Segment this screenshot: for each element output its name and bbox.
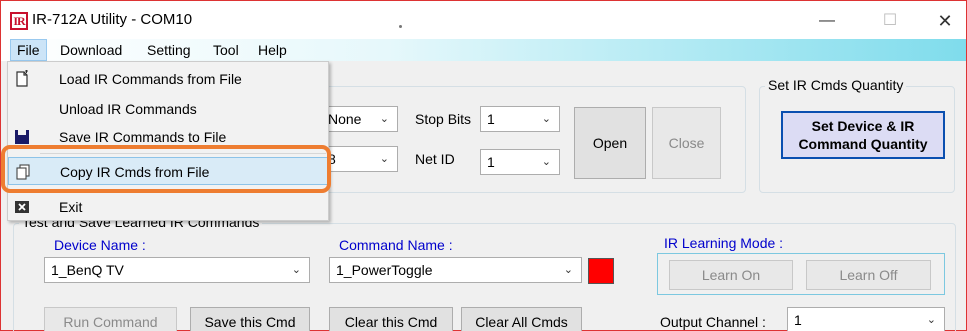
menu-bar: File Download Setting Tool Help (1, 39, 966, 61)
menu-file[interactable]: File (10, 39, 47, 61)
chevron-down-icon: ⌄ (379, 113, 389, 125)
menu-item-label: Save IR Commands to File (59, 129, 227, 145)
close-port-button[interactable]: Close (652, 107, 721, 179)
menu-unload-ir-commands[interactable]: Unload IR Commands (8, 95, 328, 123)
learn-on-button[interactable]: Learn On (669, 260, 793, 290)
chevron-down-icon: ⌄ (563, 264, 573, 276)
maximize-button[interactable]: ☐ (867, 7, 913, 35)
save-cmd-button[interactable]: Save this Cmd (190, 307, 310, 331)
stop-bits-select[interactable]: 1 ⌄ (480, 106, 560, 132)
device-name-value: 1_BenQ TV (51, 262, 124, 278)
menu-item-label: Exit (59, 199, 83, 215)
title-bar[interactable]: IR IR-712A Utility - COM10 — ☐ ✕ (1, 1, 966, 39)
data-bits-select[interactable]: 8 ⌄ (321, 146, 398, 172)
menu-load-ir-commands[interactable]: Load IR Commands from File (8, 65, 328, 93)
stop-bits-label: Stop Bits (415, 111, 472, 127)
chevron-down-icon: ⌄ (541, 156, 551, 168)
exit-icon (15, 201, 29, 213)
clear-cmd-button[interactable]: Clear this Cmd (329, 307, 453, 331)
highlight-annotation (1, 145, 331, 193)
save-disk-icon (15, 130, 29, 144)
menu-setting[interactable]: Setting (141, 39, 197, 61)
output-channel-select[interactable]: 1 ⌄ (787, 307, 945, 331)
chevron-down-icon: ⌄ (541, 113, 551, 125)
minimize-button[interactable]: — (804, 7, 850, 35)
set-quantity-line1: Set Device & IR (811, 118, 915, 134)
file-menu-dropdown: Load IR Commands from File Unload IR Com… (7, 61, 329, 221)
command-name-value: 1_PowerToggle (336, 262, 433, 278)
set-quantity-button[interactable]: Set Device & IR Command Quantity (781, 111, 945, 159)
command-color-swatch[interactable] (588, 258, 614, 284)
menu-exit[interactable]: Exit (8, 193, 328, 221)
net-id-label: Net ID (415, 151, 455, 167)
load-file-icon (16, 70, 28, 87)
command-name-select[interactable]: 1_PowerToggle ⌄ (329, 257, 582, 283)
learn-off-button[interactable]: Learn Off (806, 260, 931, 290)
run-command-button[interactable]: Run Command (44, 307, 177, 331)
ir-quantity-legend: Set IR Cmds Quantity (765, 77, 907, 93)
chevron-down-icon: ⌄ (926, 314, 936, 326)
device-name-select[interactable]: 1_BenQ TV ⌄ (44, 257, 310, 283)
chevron-down-icon: ⌄ (379, 153, 389, 165)
open-port-button[interactable]: Open (574, 107, 646, 179)
chevron-down-icon: ⌄ (291, 264, 301, 276)
net-id-select[interactable]: 1 ⌄ (480, 149, 560, 175)
menu-tool[interactable]: Tool (207, 39, 245, 61)
menu-help[interactable]: Help (252, 39, 293, 61)
net-id-value: 1 (487, 154, 495, 170)
stop-bits-value: 1 (487, 111, 495, 127)
ir-learning-mode-label: IR Learning Mode : (664, 235, 784, 251)
parity-value: None (328, 111, 362, 127)
title-dot (399, 25, 402, 28)
clear-all-cmds-button[interactable]: Clear All Cmds (461, 307, 582, 331)
command-name-label: Command Name : (339, 237, 453, 253)
menu-item-label: Load IR Commands from File (59, 71, 242, 87)
parity-select[interactable]: None ⌄ (321, 106, 398, 132)
app-window: IR IR-712A Utility - COM10 — ☐ ✕ File Do… (0, 0, 967, 331)
output-channel-label: Output Channel : (660, 314, 766, 330)
menu-item-label: Unload IR Commands (59, 101, 197, 117)
close-window-button[interactable]: ✕ (922, 7, 967, 35)
menu-download[interactable]: Download (54, 39, 128, 61)
app-logo-icon: IR (10, 12, 28, 30)
set-quantity-line2: Command Quantity (798, 136, 928, 152)
window-title: IR-712A Utility - COM10 (32, 11, 193, 28)
device-name-label: Device Name : (54, 237, 146, 253)
output-channel-value: 1 (794, 312, 802, 328)
